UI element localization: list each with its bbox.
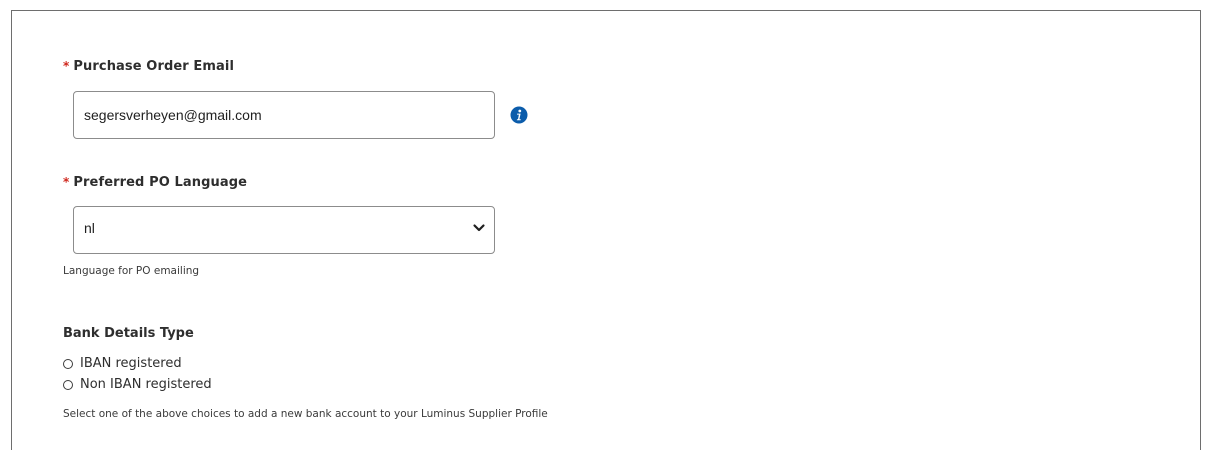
po-language-help: Language for PO emailing	[63, 265, 200, 277]
bank-details-title: Bank Details Type	[63, 326, 194, 341]
radio-circle-icon[interactable]	[63, 379, 73, 390]
radio-circle-icon[interactable]	[63, 358, 73, 369]
radio-non-iban-registered[interactable]: Non IBAN registered	[63, 377, 212, 392]
required-marker: *	[63, 59, 70, 73]
po-language-selected-value: nl	[84, 220, 95, 236]
po-language-select[interactable]: nl	[73, 206, 495, 254]
radio-iban-registered-label: IBAN registered	[80, 356, 182, 371]
radio-iban-registered[interactable]: IBAN registered	[63, 356, 182, 371]
po-language-label: * Preferred PO Language	[63, 175, 247, 190]
info-icon[interactable]	[510, 106, 528, 124]
po-email-input[interactable]	[73, 91, 495, 139]
bank-details-help: Select one of the above choices to add a…	[63, 408, 548, 420]
po-email-label: * Purchase Order Email	[63, 59, 234, 74]
po-email-label-text: Purchase Order Email	[73, 59, 235, 74]
po-language-label-text: Preferred PO Language	[73, 175, 248, 190]
required-marker: *	[63, 175, 70, 189]
radio-non-iban-registered-label: Non IBAN registered	[80, 377, 212, 392]
chevron-down-icon	[473, 224, 485, 232]
